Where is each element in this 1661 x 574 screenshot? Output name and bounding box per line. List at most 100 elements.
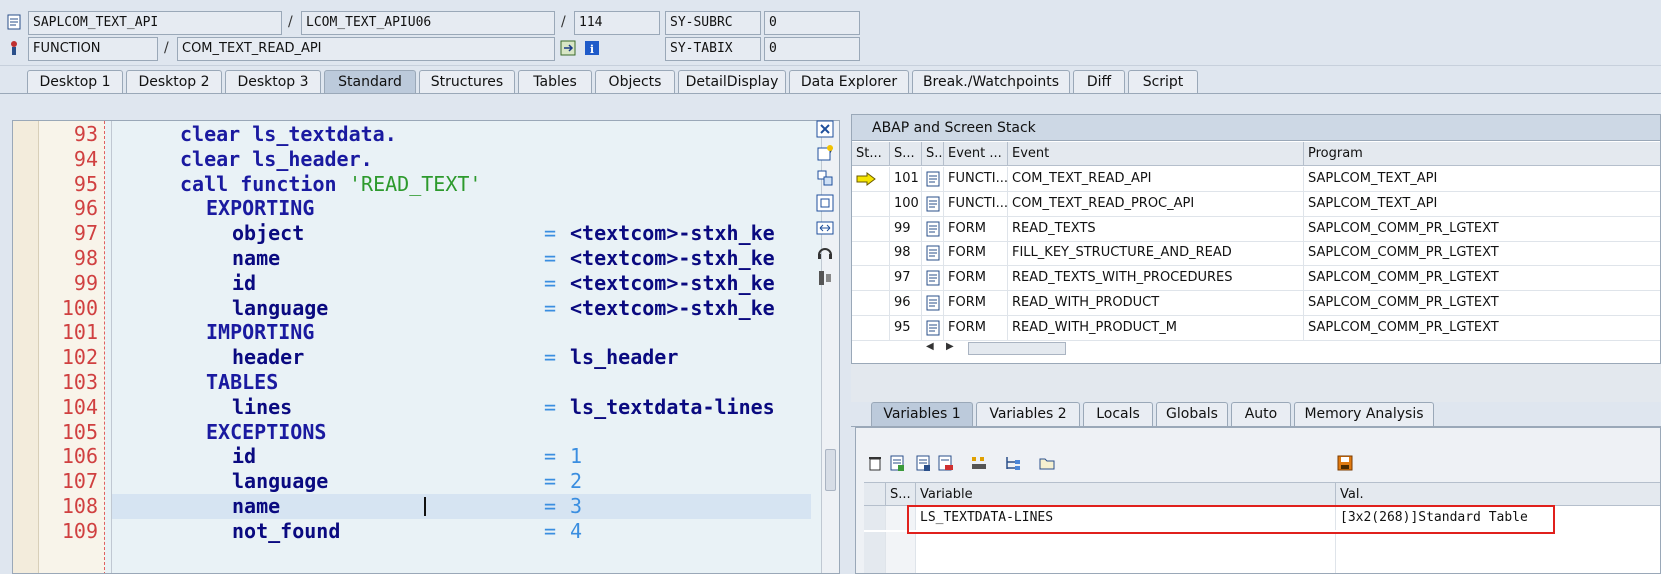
tab-memory-analysis[interactable]: Memory Analysis: [1294, 402, 1434, 426]
tab-globals[interactable]: Globals: [1156, 402, 1228, 426]
breakpoint-gutter[interactable]: [13, 121, 39, 573]
code-line[interactable]: call function 'READ_TEXT': [112, 172, 811, 197]
code-line[interactable]: IMPORTING: [112, 320, 811, 345]
stack-row[interactable]: 100 FUNCTI... COM_TEXT_READ_PROC_API SAPLCO…: [852, 191, 1660, 217]
insert-icon[interactable]: [888, 454, 906, 472]
col-header-program[interactable]: Program: [1304, 142, 1660, 166]
tab-locals[interactable]: Locals: [1083, 402, 1153, 426]
new-window-icon[interactable]: [816, 144, 834, 162]
tab-variables-1[interactable]: Variables 1: [871, 402, 973, 426]
code-line[interactable]: language = <textcom>-stxh_ke: [112, 296, 811, 321]
tab-desktop-1[interactable]: Desktop 1: [27, 70, 123, 94]
code-area[interactable]: clear ls_textdata. clear ls_header. call f…: [111, 121, 811, 573]
stack-row[interactable]: 99 FORM READ_TEXTS SAPLCOM_COMM_PR_LGTEXT: [852, 216, 1660, 242]
sy-subrc-value[interactable]: 0: [764, 11, 860, 35]
hscroll-thumb[interactable]: [968, 342, 1066, 355]
event-field[interactable]: COM_TEXT_READ_API: [177, 37, 555, 61]
code-line[interactable]: EXCEPTIONS: [112, 420, 811, 445]
settings-tools-icon[interactable]: [816, 269, 834, 287]
code-keyword: call function: [180, 171, 349, 196]
col-header-level[interactable]: S...: [890, 142, 922, 166]
code-line[interactable]: not_found = 4: [112, 519, 811, 544]
line-number: 97: [73, 221, 98, 246]
line-field[interactable]: 114: [574, 11, 660, 35]
param-value: ls_header: [570, 345, 679, 370]
scroll-thumb[interactable]: [825, 449, 836, 491]
function-icon: [11, 41, 17, 55]
close-icon[interactable]: [816, 120, 834, 138]
separator: /: [288, 14, 293, 30]
col-header-event-type[interactable]: Event ...: [944, 142, 1008, 166]
row-selector[interactable]: [864, 532, 886, 573]
col-header-variable[interactable]: Variable: [916, 483, 1336, 507]
tab-breakpoints[interactable]: Break./Watchpoints: [912, 70, 1070, 94]
stack-row[interactable]: 97 FORM READ_TEXTS_WITH_PROCEDURES SAPLCOM_…: [852, 266, 1660, 292]
tab-tables[interactable]: Tables: [518, 70, 592, 94]
variable-name-empty[interactable]: [916, 532, 1336, 573]
resize-horizontal-icon[interactable]: [816, 219, 834, 237]
copy-icon[interactable]: [914, 454, 932, 472]
code-object-icon: [926, 196, 940, 212]
param-name: language: [232, 469, 329, 494]
headset-icon[interactable]: [816, 244, 834, 262]
stack-level: 95: [890, 315, 922, 340]
tree-icon[interactable]: [1004, 454, 1022, 472]
tab-variables-2[interactable]: Variables 2: [976, 402, 1080, 426]
stack-row[interactable]: 98 FORM FILL_KEY_STRUCTURE_AND_READ SAPLCOM…: [852, 241, 1660, 267]
tab-detaildisplay[interactable]: DetailDisplay: [678, 70, 786, 94]
code-line[interactable]: name = <textcom>-stxh_ke: [112, 246, 811, 271]
tab-auto[interactable]: Auto: [1231, 402, 1291, 426]
stack-row[interactable]: 96 FORM READ_WITH_PRODUCT SAPLCOM_COMM_PR_L…: [852, 291, 1660, 316]
code-line[interactable]: EXPORTING: [112, 196, 811, 221]
type-field[interactable]: FUNCTION: [28, 37, 158, 61]
event-type: FORM: [944, 315, 1008, 340]
tab-structures[interactable]: Structures: [419, 70, 515, 94]
tab-data-explorer[interactable]: Data Explorer: [789, 70, 909, 94]
folder-icon[interactable]: [1038, 454, 1056, 472]
tab-desktop-3[interactable]: Desktop 3: [225, 70, 321, 94]
tab-standard[interactable]: Standard: [324, 70, 416, 94]
code-line[interactable]: language = 2: [112, 469, 811, 494]
tab-desktop-2[interactable]: Desktop 2: [126, 70, 222, 94]
variable-row-empty[interactable]: [864, 532, 1660, 573]
code-line[interactable]: clear ls_textdata.: [112, 122, 811, 147]
stack-row[interactable]: 101 FUNCTI... COM_TEXT_READ_API SAPLCOM_TEX…: [852, 167, 1660, 192]
code-line[interactable]: object = <textcom>-stxh_ke: [112, 221, 811, 246]
stack-hscroll[interactable]: ◀ ▶: [926, 341, 1066, 357]
maximize-icon[interactable]: [816, 194, 834, 212]
col-header-event[interactable]: Event: [1008, 142, 1304, 166]
col-header-status[interactable]: St...: [852, 142, 890, 166]
remove-icon[interactable]: [936, 454, 954, 472]
scroll-left-icon[interactable]: ◀: [926, 341, 934, 352]
splitter[interactable]: [851, 364, 1661, 402]
code-line[interactable]: clear ls_header.: [112, 147, 811, 172]
col-header-s[interactable]: S...: [886, 483, 916, 507]
swap-icon[interactable]: [816, 169, 834, 187]
tab-script[interactable]: Script: [1128, 70, 1198, 94]
source-code-editor[interactable]: 93 94 95 96 97 98 99 100 101 102 103 104 105 106 107 10…: [12, 120, 840, 574]
save-icon[interactable]: [1336, 454, 1354, 472]
program-field[interactable]: SAPLCOM_TEXT_API: [28, 11, 282, 35]
code-line[interactable]: id = <textcom>-stxh_ke: [112, 271, 811, 296]
info-icon[interactable]: i: [584, 40, 600, 56]
scroll-right-icon[interactable]: ▶: [946, 341, 954, 352]
code-line[interactable]: id = 1: [112, 444, 811, 469]
col-header-value[interactable]: Val.: [1336, 483, 1660, 507]
abap-screen-stack-panel: ABAP and Screen Stack St... S... S... Ev…: [851, 114, 1661, 364]
sort-icon[interactable]: [970, 454, 988, 472]
code-line[interactable]: TABLES: [112, 370, 811, 395]
tab-objects[interactable]: Objects: [595, 70, 675, 94]
row-selector[interactable]: [864, 506, 886, 530]
code-line[interactable]: header = ls_header: [112, 345, 811, 370]
separator: /: [561, 14, 566, 30]
sy-tabix-value[interactable]: 0: [764, 37, 860, 61]
col-header-s[interactable]: S...: [922, 142, 944, 166]
include-field[interactable]: LCOM_TEXT_APIU06: [301, 11, 555, 35]
delete-icon[interactable]: [866, 454, 884, 472]
tab-diff[interactable]: Diff: [1073, 70, 1125, 94]
line-number: 102: [61, 345, 98, 370]
code-line[interactable]: lines = ls_textdata-lines: [112, 395, 811, 420]
navigate-icon[interactable]: [560, 40, 576, 56]
code-line[interactable]: name = 3: [112, 494, 811, 519]
stack-row[interactable]: 95 FORM READ_WITH_PRODUCT_M SAPLCOM_COMM_PR…: [852, 315, 1660, 341]
